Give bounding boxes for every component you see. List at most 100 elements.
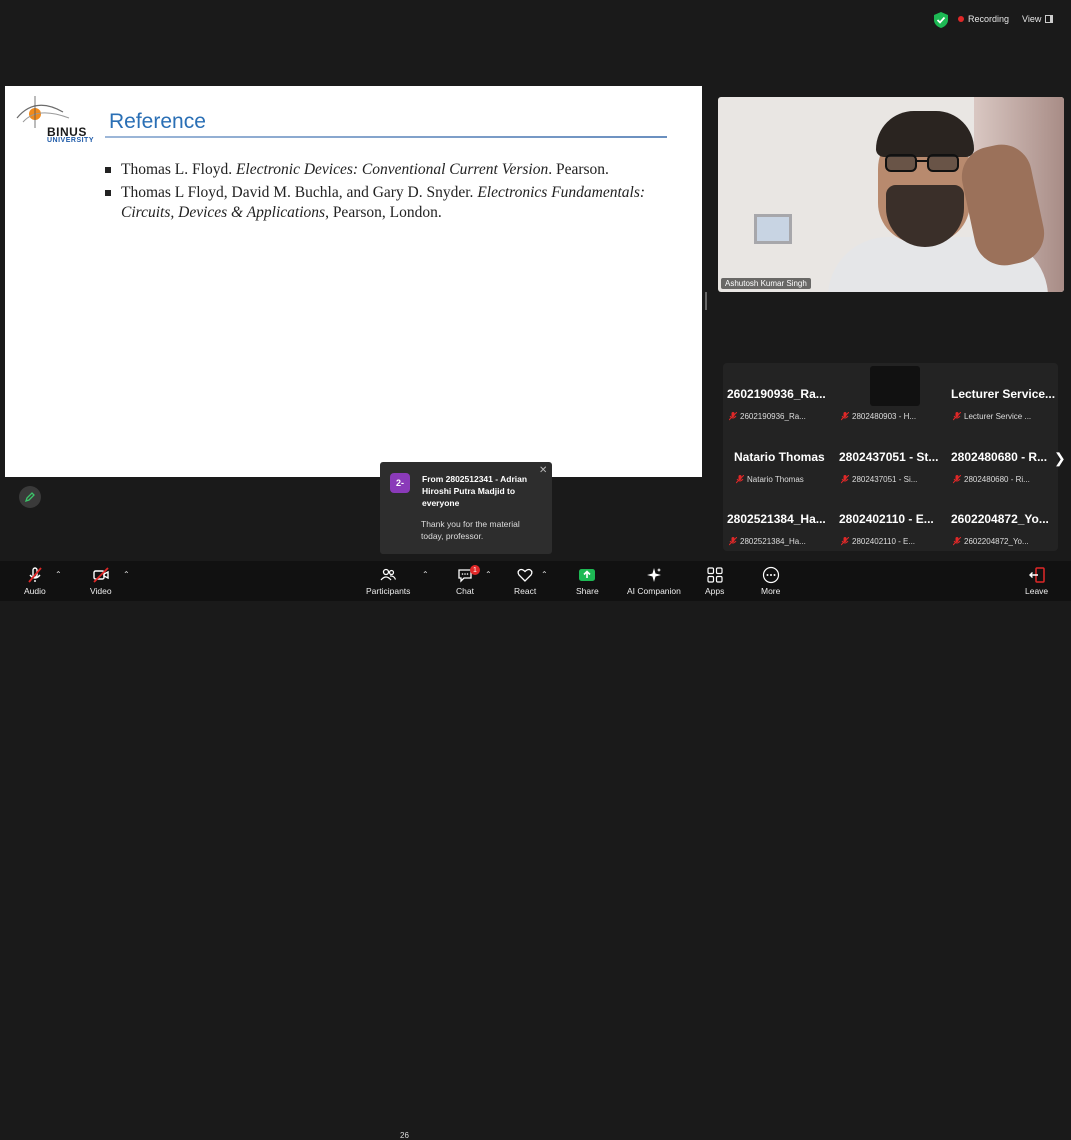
leave-icon [1028,567,1045,583]
apps-icon [707,567,723,583]
ai-companion-button[interactable]: AI Companion [627,566,681,596]
leave-button[interactable]: Leave [1025,566,1048,596]
participant-name: 2802437051 - St... [839,450,939,464]
participant-tile[interactable]: 2602204872_Yo... 2602204872_Yo... [947,488,1055,546]
video-options-chevron-icon[interactable]: ⌃ [123,570,130,579]
meeting-toolbar: Audio ⌃ Video ⌃ Participants 26 ⌃ Chat ⌃ [0,561,1071,1140]
shared-slide: BINUS UNIVERSITY Reference Thomas L. Flo… [5,86,702,477]
participant-footer: Lecturer Service ... [953,412,1031,421]
participant-footer: 2802437051 - Si... [841,475,917,484]
mic-off-icon [841,412,849,421]
participant-name: 2802480680 - R... [951,450,1048,464]
mic-muted-icon [28,567,42,583]
glasses-icon [885,154,959,172]
more-button[interactable]: More [761,566,780,596]
reference-text: Thomas L Floyd, David M. Buchla, and Gar… [121,184,478,201]
pencil-icon [24,492,35,503]
participant-gallery: 2602190936_Ra... 2602190936_Ra... 280248… [723,363,1058,551]
mic-off-icon [953,537,961,546]
participant-tile[interactable]: 2802480903 - H... [835,363,943,421]
ai-companion-label: AI Companion [627,586,681,596]
apps-button[interactable]: Apps [705,566,724,596]
participant-footer-name: Lecturer Service ... [964,412,1032,421]
mic-off-icon [841,537,849,546]
video-label: Video [90,586,112,596]
participant-tile[interactable]: 2802521384_Ha... 2802521384_Ha... [723,488,831,546]
close-icon[interactable]: ✕ [539,465,547,476]
view-button[interactable]: View [1022,14,1054,24]
react-button[interactable]: React [514,566,536,596]
reference-list: Thomas L. Floyd. Electronic Devices: Con… [105,160,665,226]
mic-off-icon [953,475,961,484]
leave-label: Leave [1025,586,1049,596]
more-icon [762,566,779,584]
participant-footer: 2802480680 - Ri... [953,475,1030,484]
chat-notification[interactable]: 2- From 2802512341 - Adrian Hiroshi Putr… [380,462,552,554]
participant-tile[interactable]: Natario Thomas Natario Thomas [730,426,838,484]
reference-publisher: , Pearson, London. [325,204,442,221]
binus-logo: BINUS UNIVERSITY [13,92,103,144]
share-screen-icon [579,569,596,581]
share-button[interactable]: Share [576,566,599,596]
sparkle-icon [646,568,661,582]
speaker-video-tile[interactable]: Ashutosh Kumar Singh [718,97,1064,292]
chat-label: Chat [456,586,474,596]
gallery-next-icon[interactable]: ❯ [1054,450,1066,467]
participant-footer-name: 2802480680 - Ri... [964,475,1030,484]
participant-footer-name: 2802437051 - Si... [852,475,918,484]
react-label: React [514,586,537,596]
participant-footer: 2602190936_Ra... [729,412,806,421]
panel-splitter[interactable] [705,292,707,310]
top-bar: Recording View [0,0,1071,40]
view-label: View [1022,14,1042,24]
audio-button[interactable]: Audio [24,566,46,596]
mic-off-icon [729,537,737,546]
participants-button[interactable]: Participants [366,566,410,596]
participant-tile[interactable]: 2802437051 - St... 2802437051 - Si... [835,426,943,484]
participant-footer-name: 2602190936_Ra... [740,412,806,421]
participant-name: Natario Thomas [734,450,825,464]
recording-indicator[interactable]: Recording [958,14,1009,24]
participant-tile[interactable]: 2802480680 - R... 2802480680 - Ri... [947,426,1055,484]
camera-off-icon [93,567,109,583]
participant-footer: 2802402110 - E... [841,537,915,546]
speaker-name-tag: Ashutosh Kumar Singh [721,278,811,289]
chat-sender: From 2802512341 - Adrian Hiroshi Putra M… [422,474,528,508]
sender-avatar: 2- [390,473,410,493]
participant-footer-name: 2802480903 - H... [852,412,917,421]
participant-tile[interactable]: Lecturer Service... Lecturer Service ... [947,363,1055,421]
participants-options-chevron-icon[interactable]: ⌃ [422,570,429,579]
mic-off-icon [729,412,737,421]
reference-item: Thomas L. Floyd. Electronic Devices: Con… [105,160,665,180]
audio-label: Audio [24,586,46,596]
reference-publisher: . Pearson. [548,161,609,178]
audio-options-chevron-icon[interactable]: ⌃ [55,570,62,579]
participant-footer-name: 2802521384_Ha... [740,537,806,546]
recording-label: Recording [968,14,1010,24]
mic-off-icon [736,475,744,484]
participant-name: 2602204872_Yo... [951,512,1049,526]
participant-tile[interactable]: 2802402110 - E... 2802402110 - E... [835,488,943,546]
participant-video-thumbnail [870,366,920,406]
chat-options-chevron-icon[interactable]: ⌃ [485,570,492,579]
more-label: More [761,586,781,596]
mic-off-icon [841,475,849,484]
reference-text: Thomas L. Floyd. [121,161,236,178]
shield-icon[interactable] [934,12,948,28]
participants-icon [380,568,397,581]
participant-name: 2802402110 - E... [839,512,934,526]
react-options-chevron-icon[interactable]: ⌃ [541,570,548,579]
apps-label: Apps [705,586,725,596]
reference-item: Thomas L Floyd, David M. Buchla, and Gar… [105,183,665,223]
chat-unread-badge: 1 [470,565,480,575]
participant-footer-name: 2602204872_Yo... [964,537,1029,546]
participant-footer: Natario Thomas [736,475,804,484]
participant-footer: 2802480903 - H... [841,412,916,421]
annotate-pencil-button[interactable] [19,486,41,508]
logo-subtext: UNIVERSITY [47,137,95,144]
recording-dot-icon [958,16,964,22]
heart-icon [517,568,533,582]
participant-tile[interactable]: 2602190936_Ra... 2602190936_Ra... [723,363,831,421]
participant-footer-name: 2802402110 - E... [852,537,916,546]
video-button[interactable]: Video [90,566,112,596]
